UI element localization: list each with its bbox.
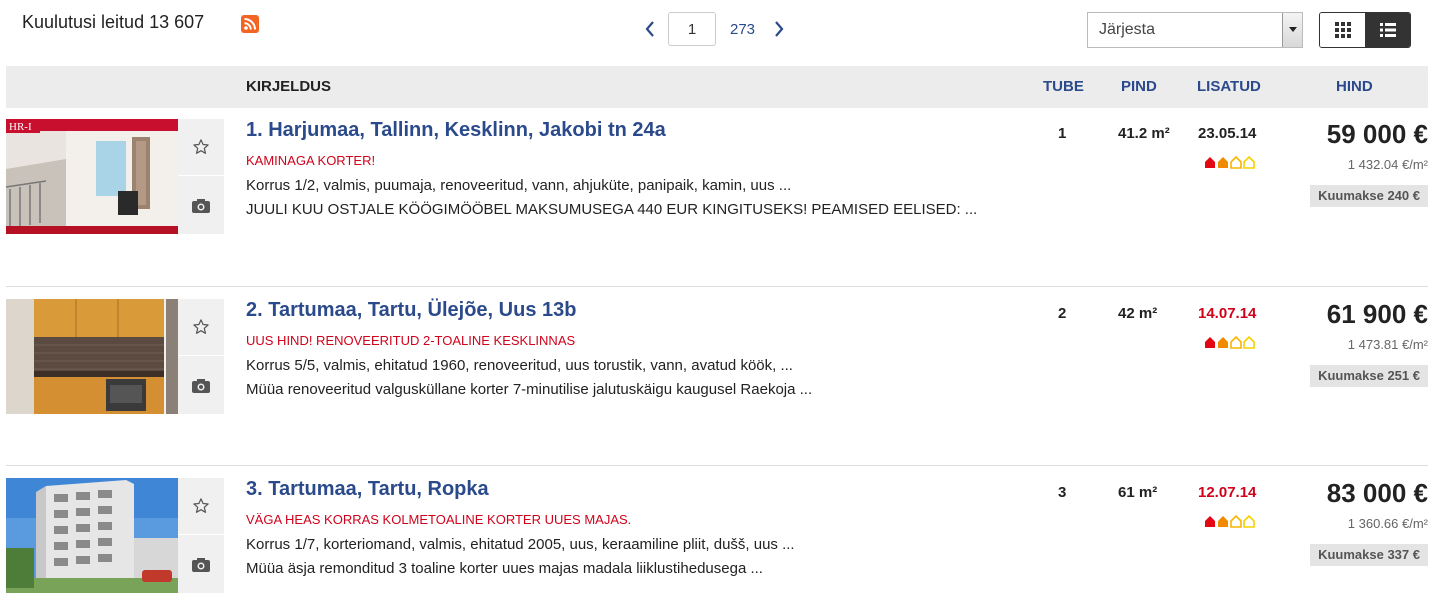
listing-price: 59 000 € [1326, 119, 1428, 149]
list-view-icon[interactable] [1365, 13, 1410, 47]
listing-price-per-m2: 1 432.04 €/m² [1347, 157, 1428, 172]
listing-row: 3. Tartumaa, Tartu, Ropka VÄGA HEAS KORR… [6, 465, 1428, 593]
listing-monthly-payment[interactable]: Kuumakse 251 € [1310, 365, 1428, 387]
listing-title-link[interactable]: 1. Harjumaa, Tallinn, Kesklinn, Jakobi t… [246, 119, 666, 142]
sort-select[interactable]: Järjesta [1087, 12, 1303, 48]
chevron-left-icon[interactable] [640, 11, 660, 47]
listing-rooms: 1 [1058, 125, 1067, 142]
camera-icon[interactable] [178, 177, 224, 234]
listing-title-link[interactable]: 2. Tartumaa, Tartu, Ülejõe, Uus 13b [246, 299, 576, 322]
listing-photo[interactable]: HR-I [6, 119, 178, 234]
table-header: KIRJELDUS TUBE PIND LISATUD HIND [6, 66, 1428, 108]
listing-price-per-m2: 1 360.66 €/m² [1347, 516, 1428, 531]
energy-house-icon [1204, 155, 1256, 169]
listing-photo[interactable] [6, 478, 178, 593]
listing-actions [178, 299, 224, 414]
energy-house-icon [1204, 335, 1256, 349]
listing-description: Müüa renoveeritud valgusküllane korter 7… [246, 381, 813, 398]
listing-description: Müüa äsja remonditud 3 toaline korter uu… [246, 560, 763, 577]
listing-details: Korrus 1/7, korteriomand, valmis, ehitat… [246, 536, 795, 553]
listing-area: 61 m² [1118, 484, 1158, 501]
view-toggle [1319, 12, 1411, 48]
pagination: 273 [640, 11, 789, 47]
column-description: KIRJELDUS [246, 78, 332, 95]
listing-date: 14.07.14 [1198, 305, 1257, 322]
grid-view-icon[interactable] [1320, 13, 1365, 47]
listing-monthly-payment[interactable]: Kuumakse 240 € [1310, 185, 1428, 207]
listing-monthly-payment[interactable]: Kuumakse 337 € [1310, 544, 1428, 566]
listing-rooms: 2 [1058, 305, 1067, 322]
rss-icon[interactable] [241, 15, 259, 33]
listing-row: HR-I 1. Harjumaa, Tallinn, Kesklinn, Jak… [6, 119, 1428, 297]
listing-rooms: 3 [1058, 484, 1067, 501]
column-rooms[interactable]: TUBE [1043, 66, 1084, 108]
page-total: 273 [730, 20, 756, 38]
listing-date: 23.05.14 [1198, 125, 1257, 142]
listing-photo[interactable] [6, 299, 178, 414]
listing-details: Korrus 5/5, valmis, ehitatud 1960, renov… [246, 357, 793, 374]
listing-description: JUULI KUU OSTJALE KÖÖGIMÖÖBEL MAKSUMUSEG… [246, 201, 978, 218]
column-price[interactable]: HIND [1336, 66, 1373, 108]
listing-actions [178, 478, 224, 593]
sort-select-value: Järjesta [1099, 21, 1156, 38]
results-count: Kuulutusi leitud 13 607 [22, 12, 205, 32]
page-number-input[interactable] [668, 12, 716, 46]
listing-title-link[interactable]: 3. Tartumaa, Tartu, Ropka [246, 478, 489, 501]
listing-tagline: UUS HIND! RENOVEERITUD 2-TOALINE KESKLIN… [246, 333, 576, 348]
agency-logo: HR-I [9, 121, 32, 133]
listing-area: 41.2 m² [1118, 125, 1170, 142]
camera-icon[interactable] [178, 357, 224, 414]
camera-icon[interactable] [178, 536, 224, 593]
star-icon[interactable] [178, 478, 224, 535]
results-toolbar: Kuulutusi leitud 13 607 273 Järjesta [0, 0, 1442, 62]
dropdown-arrow-icon[interactable] [1282, 13, 1302, 47]
energy-house-icon [1204, 514, 1256, 528]
chevron-right-icon[interactable] [769, 11, 789, 47]
listing-price-per-m2: 1 473.81 €/m² [1347, 337, 1428, 352]
listing-area: 42 m² [1118, 305, 1158, 322]
listing-details: Korrus 1/2, valmis, puumaja, renoveeritu… [246, 177, 792, 194]
listing-tagline: KAMINAGA KORTER! [246, 153, 376, 168]
listing-date: 12.07.14 [1198, 484, 1257, 501]
column-added[interactable]: LISATUD [1197, 66, 1261, 108]
listing-price: 61 900 € [1326, 299, 1428, 329]
listing-price: 83 000 € [1326, 478, 1428, 508]
listing-tagline: VÄGA HEAS KORRAS KOLMETOALINE KORTER UUE… [246, 512, 632, 527]
listing-row: 2. Tartumaa, Tartu, Ülejõe, Uus 13b UUS … [6, 286, 1428, 414]
star-icon[interactable] [178, 119, 224, 176]
column-area[interactable]: PIND [1121, 66, 1157, 108]
listing-actions [178, 119, 224, 234]
star-icon[interactable] [178, 299, 224, 356]
